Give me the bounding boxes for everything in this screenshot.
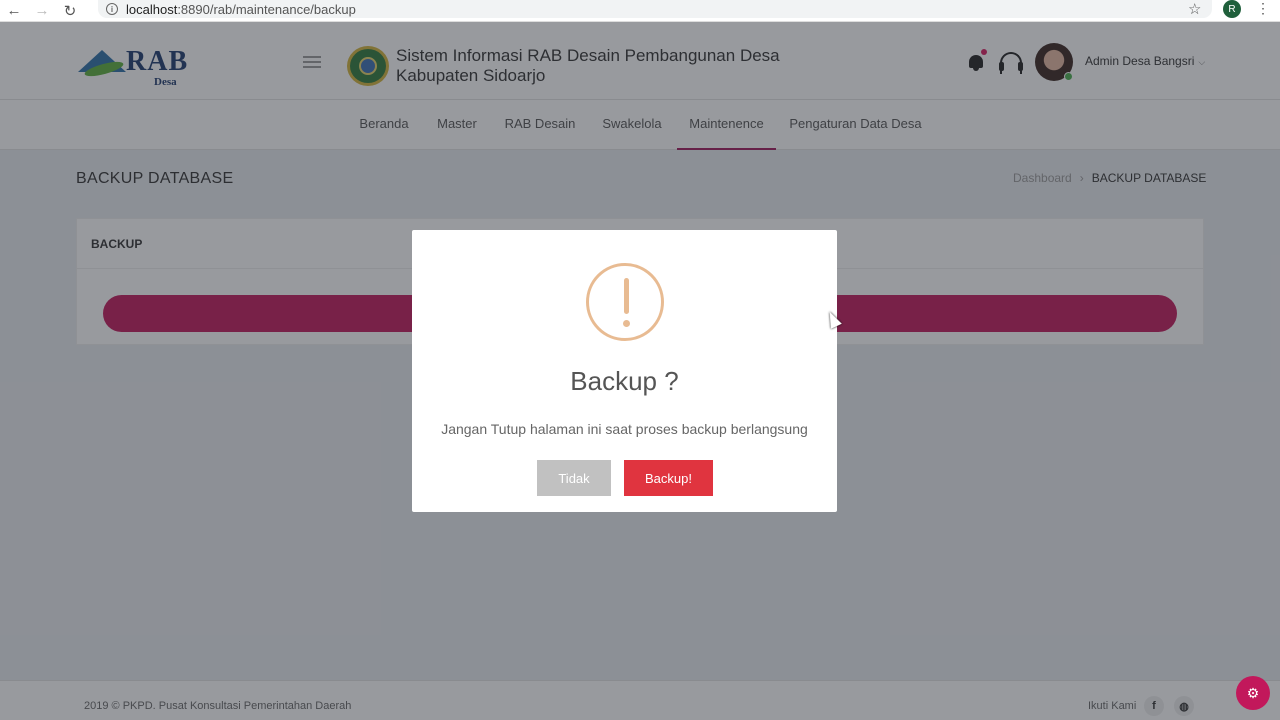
dialog-message: Jangan Tutup halaman ini saat proses bac… [441,421,808,437]
profile-avatar[interactable]: R [1223,0,1241,18]
reload-icon[interactable]: ↻ [56,0,84,22]
backup-confirm-dialog: Backup ? Jangan Tutup halaman ini saat p… [412,230,837,512]
url-path: :8890/rab/maintenance/backup [177,1,356,17]
star-icon[interactable]: ☆ [1188,0,1201,18]
info-icon[interactable]: i [106,3,118,15]
forward-arrow-icon[interactable]: → [28,0,56,22]
cancel-button[interactable]: Tidak [537,460,611,496]
dialog-title: Backup ? [570,366,679,396]
url-host: localhost [126,1,178,17]
warning-icon [586,263,664,341]
kebab-menu-icon[interactable]: ⋮ [1256,0,1270,17]
browser-toolbar: ← → ↻ i localhost:8890/rab/maintenance/b… [0,0,1280,22]
confirm-backup-button[interactable]: Backup! [624,460,713,496]
back-arrow-icon[interactable]: ← [0,0,28,22]
address-bar[interactable]: i localhost:8890/rab/maintenance/backup [98,0,1212,18]
gear-icon[interactable]: ⚙ [1236,676,1270,710]
